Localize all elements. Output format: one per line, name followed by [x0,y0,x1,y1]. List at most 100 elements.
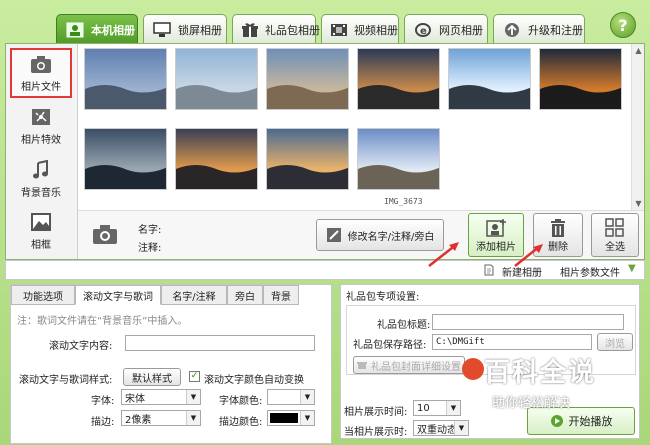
delete-label: 删除 [548,241,568,253]
chevron-down-icon: ▼ [446,401,460,415]
camera-icon [93,225,117,244]
dropdown-arrow-icon[interactable]: ▼ [628,263,636,274]
photo-thumbnail[interactable] [357,48,440,110]
subtab-narration[interactable]: 旁白 [227,285,263,305]
photo-thumbnail[interactable] [266,48,349,110]
outline-color-select[interactable]: ▼ [267,410,315,426]
sidebar-item-background-music[interactable]: 背景音乐 [10,154,72,204]
subtab-name-note[interactable]: 名字/注释 [161,285,227,305]
watermark-logo-icon [462,358,484,380]
note-label: 注释: [138,243,162,254]
chevron-down-icon: ▼ [186,390,200,404]
photo-params-link[interactable]: 相片参数文件 [560,264,620,279]
tab-gift-album[interactable]: 礼品包相册 [232,14,320,44]
scroll-up-arrow-icon[interactable]: ▲ [632,44,645,57]
tab-upgrade-register[interactable]: 升级和注册 [493,14,585,44]
chevron-down-icon: ▼ [454,421,468,435]
camera-icon [31,55,51,73]
watermark: 百科全说 助你轻松解决 [462,352,642,414]
watermark-line1: 百科全说 [484,358,597,388]
photo-thumbnail[interactable] [266,128,349,190]
current-show-select[interactable]: 双重动态 ▼ [413,420,469,436]
gift-title-input[interactable] [432,314,624,330]
tab-label: 升级和注册 [528,23,583,37]
lyrics-note: 注：歌词文件请在“背景音乐”中插入。 [17,316,188,327]
show-time-label: 相片展示时间: [344,407,408,418]
subtab-scroll-lyrics[interactable]: 滚动文字与歌词 [75,285,161,305]
scroll-down-arrow-icon[interactable]: ▼ [632,197,645,210]
tab-local-album[interactable]: 本机相册 [56,14,138,44]
gift-settings-title: 礼品包专项设置: [346,292,420,303]
show-time-select[interactable]: 10 ▼ [413,400,461,416]
edit-button-label: 修改名字/注释/旁白 [347,231,435,243]
watermark-line2: 助你轻松解决 [492,396,571,411]
annotation-arrow-icon [428,242,459,267]
gift-path-label: 礼品包保存路径: [353,340,427,351]
photo-thumbnail[interactable] [539,48,622,110]
gift-cover-settings-button[interactable]: 礼品包封面详细设置 [353,356,465,374]
outline-value: 2像素 [125,414,152,426]
tab-web-album[interactable]: e 网页相册 [404,14,488,44]
photo-grid-scrollbar[interactable]: ▲ ▼ [631,44,644,210]
font-value: 宋体 [125,393,145,405]
ie-icon: e [413,21,433,39]
sidebar-item-photo-files[interactable]: 相片文件 [10,48,72,98]
sidebar-item-label: 背景音乐 [21,187,61,199]
album-options-bar: 新建相册 相片参数文件 ▼ [5,260,645,280]
font-color-select[interactable]: ▼ [267,389,315,405]
help-button[interactable]: ? [610,12,636,38]
browse-button[interactable]: 浏览 [597,333,633,351]
photo-thumbnail[interactable] [84,128,167,190]
film-icon [330,21,348,39]
auto-color-checkbox[interactable]: ✓ [189,371,200,382]
app-window: 本机相册 锁屏相册 礼品包相册 视频相册 e 网页相册 升级和注册 ? 相片文件… [0,0,650,445]
outline-color-swatch [270,413,298,423]
sidebar-item-photo-frame[interactable]: 相框 [10,206,72,256]
scroll-content-input[interactable] [125,335,315,351]
select-all-label: 全选 [605,241,625,253]
sidebar: 相片文件 相片特效 背景音乐 相框 [6,44,78,259]
subtab-function-options[interactable]: 功能选项 [11,285,75,305]
select-all-button[interactable]: 全选 [591,213,639,257]
current-show-value: 双重动态 [417,424,457,436]
subtab-background[interactable]: 背景 [263,285,299,305]
tab-label: 视频相册 [354,23,398,37]
auto-color-label: 滚动文字颜色自动变换 [204,375,304,386]
add-photo-label: 添加相片 [476,241,516,253]
name-label: 名字: [138,225,162,236]
photo-thumbnail[interactable] [84,48,167,110]
document-icon [484,264,494,276]
tab-label: 礼品包相册 [265,23,320,37]
trash-icon [551,218,565,237]
sidebar-item-label: 相框 [31,239,51,251]
picture-frame-icon [31,212,51,231]
font-select[interactable]: 宋体 ▼ [121,389,201,405]
gift-path-input[interactable]: C:\DMGift [432,334,592,350]
photo-thumbnail[interactable] [357,128,440,190]
default-style-button[interactable]: 默认样式 [123,368,181,386]
settings-panel: 功能选项 滚动文字与歌词 名字/注释 旁白 背景 注：歌词文件请在“背景音乐”中… [10,284,332,444]
outline-select[interactable]: 2像素 ▼ [121,410,201,426]
music-note-icon [33,159,48,178]
outline-label: 描边: [91,417,115,428]
sidebar-item-photo-effects[interactable]: 相片特效 [10,101,72,151]
tab-video-album[interactable]: 视频相册 [321,14,399,44]
gift-cover-label: 礼品包封面详细设置 [371,361,461,373]
photo-thumbnail[interactable] [175,128,258,190]
font-color-label: 字体颜色: [219,396,263,407]
monitor-icon [152,21,172,39]
select-all-icon [605,217,624,237]
tab-lockscreen-album[interactable]: 锁屏相册 [143,14,227,44]
photo-panel: 相片文件 相片特效 背景音乐 相框 IMG_3673 ▲ ▼ 名字: 注释: 修… [5,43,645,260]
show-time-value: 10 [417,402,430,414]
edit-icon [326,228,341,242]
photo-thumbnail[interactable] [175,48,258,110]
chevron-down-icon: ▼ [186,411,200,425]
svg-text:e: e [420,26,427,37]
photo-thumbnail[interactable] [448,48,531,110]
scroll-content-label: 滚动文字内容: [49,341,113,352]
add-photo-icon [486,218,506,237]
font-label: 字体: [91,396,115,407]
sidebar-item-label: 相片文件 [21,81,61,93]
upgrade-icon [502,21,522,39]
